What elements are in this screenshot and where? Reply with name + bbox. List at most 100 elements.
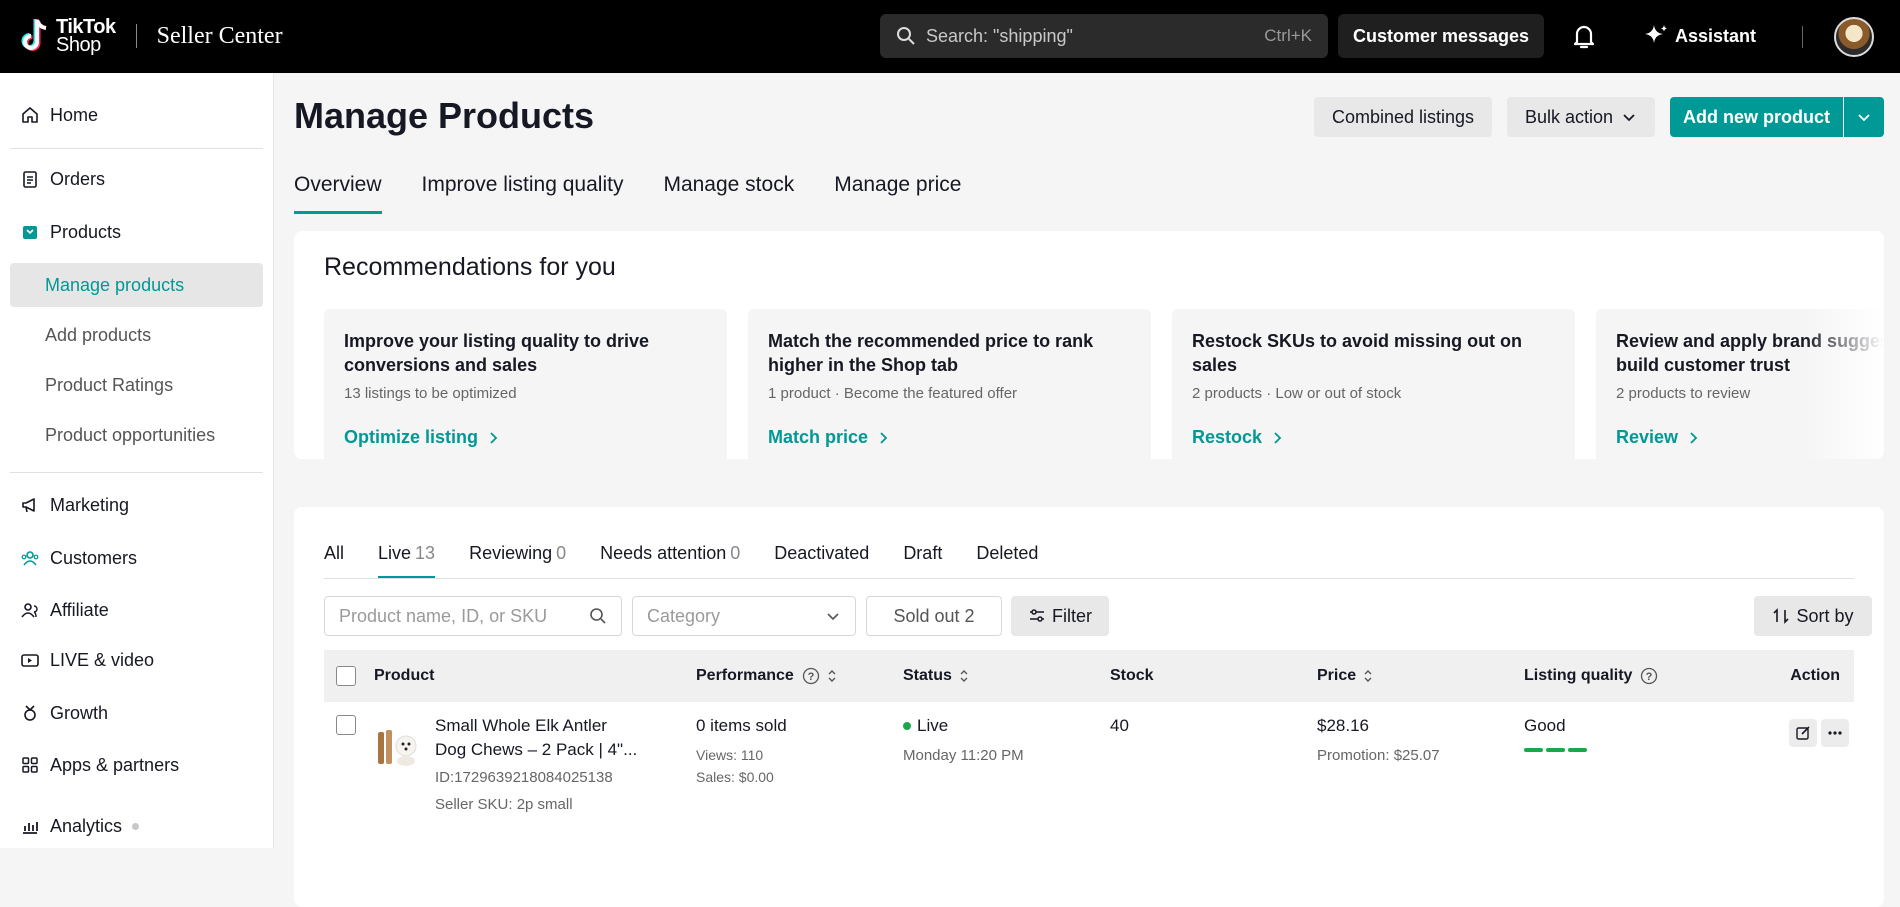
row-checkbox[interactable]: [336, 715, 356, 735]
status-tab-reviewing[interactable]: Reviewing 0: [469, 543, 566, 578]
sparkle-icon: [1645, 25, 1667, 43]
sidebar-item-products[interactable]: Products: [20, 219, 121, 245]
stock-value[interactable]: 40: [1110, 716, 1129, 736]
status-tab-deactivated[interactable]: Deactivated: [774, 543, 869, 578]
column-status-label: Status: [903, 667, 952, 684]
restock-link[interactable]: Restock: [1192, 427, 1284, 448]
assistant-label: Assistant: [1675, 25, 1757, 46]
tiktok-shop-logo[interactable]: TikTok Shop Seller Center: [20, 16, 283, 56]
tab-overview[interactable]: Overview: [294, 173, 382, 214]
status-tab-needs-attention[interactable]: Needs attention 0: [600, 543, 740, 578]
status-badge: Live: [903, 716, 948, 736]
tab-manage-price[interactable]: Manage price: [834, 173, 961, 214]
table-row: Small Whole Elk Antler Dog Chews – 2 Pac…: [324, 702, 1854, 822]
column-performance-label: Performance: [696, 667, 794, 684]
sold-out-filter[interactable]: Sold out 2: [866, 596, 1002, 636]
sidebar-item-apps-partners[interactable]: Apps & partners: [20, 752, 179, 778]
status-tab-deleted[interactable]: Deleted: [976, 543, 1038, 578]
add-new-product-button[interactable]: Add new product: [1670, 97, 1843, 137]
help-circle-icon[interactable]: ?: [802, 667, 820, 685]
status-time: Monday 11:20 PM: [903, 747, 1024, 764]
search-icon: [590, 608, 606, 624]
home-icon: [22, 107, 38, 123]
sort-arrows-icon: [1773, 608, 1790, 624]
edit-button[interactable]: [1789, 719, 1817, 747]
help-circle-icon[interactable]: ?: [1640, 667, 1658, 685]
chevron-down-icon: [1858, 114, 1870, 122]
sidebar-divider: [10, 472, 263, 473]
sort-icon[interactable]: [958, 668, 970, 684]
chevron-down-icon: [1623, 114, 1635, 122]
status-tab-draft[interactable]: Draft: [903, 543, 942, 578]
sidebar-item-affiliate[interactable]: Affiliate: [20, 597, 109, 623]
recommendation-link-label: Match price: [768, 427, 869, 447]
listing-quality: Good: [1524, 716, 1587, 752]
status-tab-all[interactable]: All: [324, 543, 344, 578]
assistant-button[interactable]: Assistant: [1643, 20, 1756, 52]
sidebar-item-orders[interactable]: Orders: [20, 166, 105, 192]
sidebar-item-analytics[interactable]: Analytics: [20, 813, 140, 839]
select-all-checkbox[interactable]: [336, 666, 356, 686]
filter-sliders-icon: [1030, 609, 1044, 622]
column-performance[interactable]: Performance ?: [696, 667, 838, 685]
search-icon: [897, 27, 915, 45]
match-price-link[interactable]: Match price: [768, 427, 890, 448]
filter-button[interactable]: Filter: [1011, 596, 1109, 636]
status-tab-live[interactable]: Live 13: [378, 543, 436, 578]
sidebar-item-customers[interactable]: Customers: [20, 545, 137, 571]
sidebar-item-add-products[interactable]: Add products: [10, 313, 263, 357]
recommendation-heading: Improve your listing quality to drive co…: [344, 331, 650, 375]
recommendations-title: Recommendations for you: [324, 253, 616, 281]
product-search-input[interactable]: Product name, ID, or SKU: [324, 596, 622, 636]
status-tab-label: Live: [378, 543, 412, 563]
add-product-dropdown-button[interactable]: [1844, 97, 1884, 137]
review-link[interactable]: Review: [1616, 427, 1700, 448]
price-value[interactable]: $28.16: [1317, 716, 1369, 736]
sidebar-divider: [10, 148, 263, 149]
status-tab-label: Draft: [903, 543, 943, 563]
global-search-input[interactable]: Search: "shipping" Ctrl+K: [880, 14, 1328, 58]
bell-icon[interactable]: [1568, 20, 1600, 52]
sidebar-item-product-opportunities[interactable]: Product opportunities: [10, 413, 263, 457]
column-stock: Stock: [1110, 667, 1154, 684]
column-listing-quality-label: Listing quality: [1524, 667, 1633, 684]
logo-divider: [135, 24, 137, 48]
avatar[interactable]: [1834, 17, 1874, 57]
tab-improve-listing-quality[interactable]: Improve listing quality: [422, 173, 624, 214]
video-icon: [21, 654, 39, 667]
tab-manage-stock[interactable]: Manage stock: [663, 173, 794, 214]
bulk-action-button[interactable]: Bulk action: [1507, 97, 1655, 137]
sidebar-item-live-video[interactable]: LIVE & video: [20, 647, 154, 673]
column-status[interactable]: Status: [903, 667, 970, 685]
sort-by-button[interactable]: Sort by: [1754, 596, 1872, 636]
status-tab-count: 0: [556, 543, 567, 563]
top-bar: TikTok Shop Seller Center Search: "shipp…: [0, 0, 1900, 73]
sidebar-item-marketing[interactable]: Marketing: [20, 492, 129, 518]
promotion-price: Promotion: $25.07: [1317, 747, 1440, 764]
optimize-listing-link[interactable]: Optimize listing: [344, 427, 500, 448]
category-select[interactable]: Category: [632, 596, 856, 636]
recommendation-link-label: Review: [1616, 427, 1679, 447]
status-tab-count: 0: [730, 543, 741, 563]
product-name[interactable]: Small Whole Elk Antler Dog Chews – 2 Pac…: [435, 714, 637, 762]
sidebar-label-home: Home: [50, 104, 99, 125]
sidebar-label-marketing: Marketing: [50, 494, 130, 515]
sidebar-item-manage-products[interactable]: Manage products: [10, 263, 263, 307]
more-actions-button[interactable]: [1821, 719, 1849, 747]
customer-messages-button[interactable]: Customer messages: [1338, 14, 1544, 58]
sidebar-item-growth[interactable]: Growth: [20, 700, 108, 726]
search-placeholder: Search: "shipping": [926, 25, 1073, 46]
sort-icon[interactable]: [826, 668, 838, 684]
sidebar-item-product-ratings[interactable]: Product Ratings: [10, 363, 263, 407]
combined-listings-button[interactable]: Combined listings: [1314, 97, 1492, 137]
sidebar-label-apps-partners: Apps & partners: [50, 754, 180, 775]
status-tab-label: Deactivated: [774, 543, 870, 563]
recommendations-card: Recommendations for you Improve your lis…: [294, 231, 1884, 459]
column-price[interactable]: Price: [1317, 667, 1374, 685]
main-content: Manage Products Combined listings Bulk a…: [274, 73, 1900, 907]
views: Views: 110: [696, 747, 764, 763]
sidebar-item-home[interactable]: Home: [20, 102, 98, 128]
product-thumbnail[interactable]: [374, 724, 419, 769]
chevron-right-icon: [1274, 431, 1282, 444]
sort-icon[interactable]: [1362, 668, 1374, 684]
